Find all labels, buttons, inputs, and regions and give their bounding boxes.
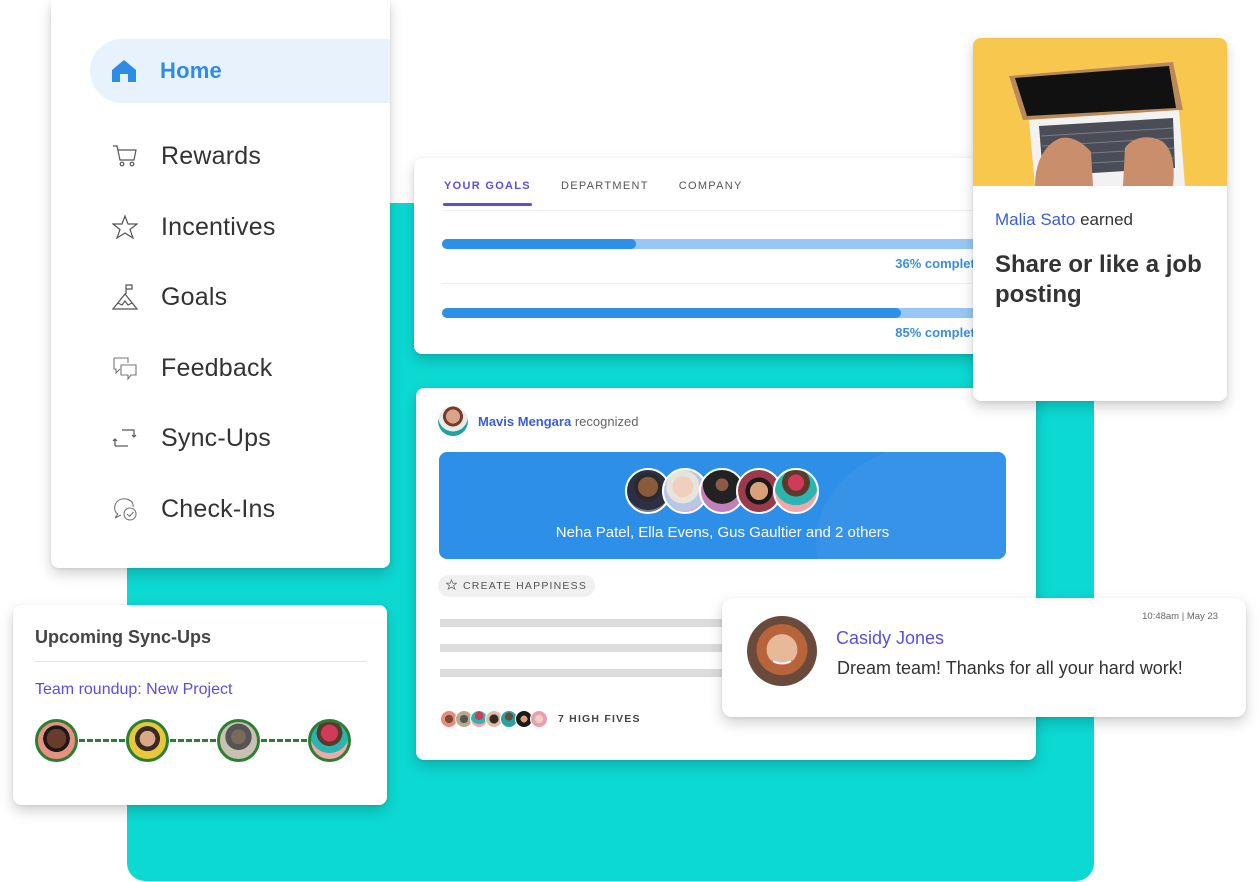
- progress-label: 36% complete: [895, 256, 982, 271]
- progress-bar-fill: [442, 239, 637, 249]
- star-icon: [111, 213, 139, 241]
- achievement-title: Share or like a job posting: [995, 251, 1202, 308]
- sidebar-item-label: Goals: [161, 282, 228, 311]
- chip-label: CREATE HAPPINESS: [463, 580, 588, 592]
- achievement-earned: Malia Sato earned: [995, 210, 1133, 229]
- recognition-verb: recognized: [574, 413, 639, 429]
- high-fives-row[interactable]: 7 HIGH FIVES: [440, 710, 641, 728]
- recognition-header: Mavis Mengara recognized: [438, 406, 638, 436]
- laptop-typing-photo: [973, 38, 1227, 186]
- sidebar-item-goals[interactable]: Goals: [91, 265, 390, 329]
- sync-arrows-icon: [111, 424, 139, 452]
- upcoming-syncups-card: Upcoming Sync-Ups Team roundup: New Proj…: [13, 605, 387, 805]
- progress-bar-fill: [442, 308, 901, 318]
- comment-card: 10:48am | May 23 Casidy Jones Dream team…: [722, 598, 1246, 717]
- author-name[interactable]: Mavis Mengara: [478, 414, 571, 429]
- author-avatar[interactable]: [438, 406, 468, 436]
- progress-bar: [442, 308, 982, 318]
- meeting-link[interactable]: Team roundup: New Project: [35, 681, 232, 699]
- placeholder-line: [440, 669, 740, 677]
- tabs-divider: [444, 210, 1014, 211]
- sidebar-item-incentives[interactable]: Incentives: [91, 195, 390, 259]
- tab-company[interactable]: COMPANY: [679, 178, 743, 206]
- goal-divider: [442, 283, 1014, 284]
- achievement-card: Malia Sato earned Share or like a job po…: [973, 38, 1227, 401]
- comment-timestamp: 10:48am | May 23: [1142, 611, 1218, 622]
- sidebar-item-rewards[interactable]: Rewards: [91, 124, 390, 188]
- sidebar-item-sync-ups[interactable]: Sync-Ups: [91, 406, 390, 470]
- participant-avatar[interactable]: [126, 719, 169, 762]
- goal-item[interactable]: 36% complete: [442, 239, 982, 271]
- placeholder-line: [440, 619, 740, 627]
- goal-item[interactable]: 85% complete: [442, 308, 982, 340]
- progress-bar: [442, 239, 982, 249]
- goals-tabs: YOUR GOALS DEPARTMENT COMPANY: [443, 178, 773, 206]
- cart-icon: [111, 142, 139, 170]
- divider: [35, 661, 367, 662]
- sidebar-nav: Home Rewards Incentives Goals Feedback S…: [51, 0, 390, 568]
- high-fives-count: 7 HIGH FIVES: [558, 713, 641, 725]
- tab-department[interactable]: DEPARTMENT: [561, 178, 649, 206]
- recipients-text: Neha Patel, Ella Evens, Gus Gaultier and…: [555, 524, 890, 541]
- connector: [170, 739, 216, 742]
- participant-avatar[interactable]: [217, 719, 260, 762]
- participant-avatar[interactable]: [35, 719, 78, 762]
- commenter-name[interactable]: Casidy Jones: [836, 628, 944, 649]
- participant-avatar[interactable]: [308, 719, 351, 762]
- value-chip[interactable]: CREATE HAPPINESS: [438, 575, 596, 597]
- sidebar-item-feedback[interactable]: Feedback: [91, 336, 390, 400]
- tab-your-goals[interactable]: YOUR GOALS: [443, 178, 532, 206]
- sidebar-item-label: Rewards: [161, 141, 262, 170]
- chat-bubbles-icon: [111, 354, 139, 382]
- connector: [79, 739, 125, 742]
- chat-check-icon: [111, 495, 139, 523]
- sidebar-item-label: Feedback: [161, 353, 273, 382]
- avatar[interactable]: [773, 468, 819, 514]
- placeholder-line: [440, 644, 740, 652]
- commenter-avatar[interactable]: [747, 616, 817, 686]
- participant-chain: [35, 719, 351, 762]
- sidebar-item-label: Check-Ins: [161, 494, 276, 523]
- sidebar-item-check-ins[interactable]: Check-Ins: [91, 477, 390, 541]
- home-icon: [110, 57, 138, 85]
- progress-label: 85% complete: [895, 325, 982, 340]
- connector: [261, 739, 307, 742]
- syncups-title: Upcoming Sync-Ups: [35, 627, 212, 647]
- recipient-avatars: [625, 468, 819, 514]
- goals-card: YOUR GOALS DEPARTMENT COMPANY 36% comple…: [414, 158, 1014, 354]
- star-icon: [445, 578, 458, 593]
- recognition-banner: Neha Patel, Ella Evens, Gus Gaultier and…: [439, 452, 1006, 559]
- sidebar-item-home[interactable]: Home: [90, 39, 390, 103]
- sidebar-item-label: Home: [160, 58, 222, 83]
- sidebar-item-label: Incentives: [161, 212, 276, 241]
- avatar: [530, 710, 548, 728]
- achiever-name[interactable]: Malia Sato: [995, 210, 1075, 229]
- mountain-flag-icon: [111, 283, 139, 311]
- comment-message: Dream team! Thanks for all your hard wor…: [837, 658, 1183, 678]
- sidebar-item-label: Sync-Ups: [161, 423, 271, 452]
